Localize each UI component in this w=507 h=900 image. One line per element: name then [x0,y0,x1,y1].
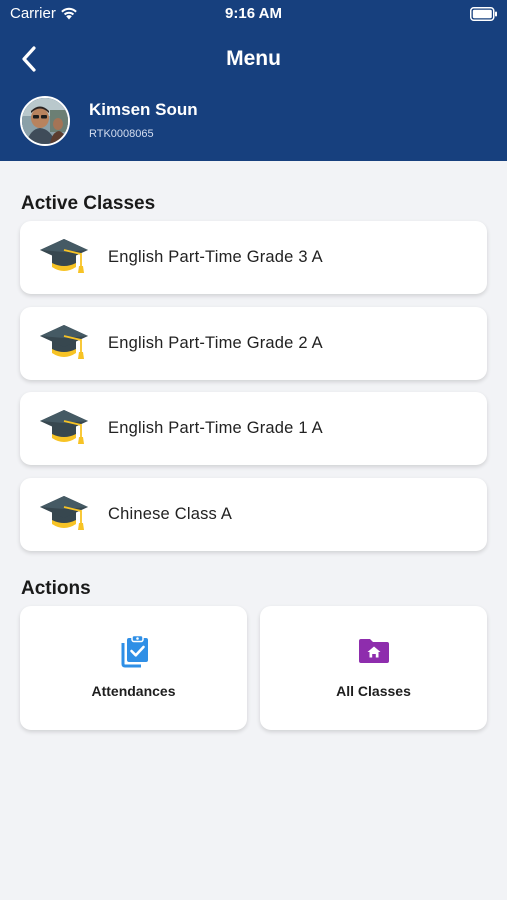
status-bar: Carrier 9:16 AM [0,0,507,30]
all-classes-button[interactable]: All Classes [260,606,487,730]
all-classes-label: All Classes [336,683,411,699]
user-id: RTK0008065 [89,128,154,140]
clipboard-check-icon [121,634,148,668]
page-title: Menu [226,47,281,70]
attendances-label: Attendances [91,683,176,699]
active-classes-heading: Active Classes [21,193,156,214]
class-card[interactable]: English Part-Time Grade 3 A [20,221,487,294]
app-header: Carrier 9:16 AM Menu Kimsen Soun RTK0008… [0,0,507,161]
avatar[interactable] [20,96,70,146]
graduation-cap-icon [40,410,88,444]
graduation-cap-icon [40,496,88,530]
class-name: English Part-Time Grade 3 A [108,248,323,266]
graduation-cap-icon [40,325,88,359]
class-card[interactable]: English Part-Time Grade 2 A [20,307,487,380]
user-name: Kimsen Soun [89,100,198,119]
class-name: English Part-Time Grade 2 A [108,334,323,352]
user-profile: Kimsen Soun RTK0008065 [20,96,420,146]
battery-icon [470,7,497,21]
navigation-bar: Menu [0,40,507,80]
graduation-cap-icon [40,239,88,273]
class-name: English Part-Time Grade 1 A [108,419,323,437]
class-name: Chinese Class A [108,505,233,523]
avatar-photo [22,98,68,144]
attendances-button[interactable]: Attendances [20,606,247,730]
class-card[interactable]: English Part-Time Grade 1 A [20,392,487,465]
folder-home-icon [358,639,389,663]
status-time: 9:16 AM [225,5,282,22]
class-card[interactable]: Chinese Class A [20,478,487,551]
actions-heading: Actions [21,578,91,599]
